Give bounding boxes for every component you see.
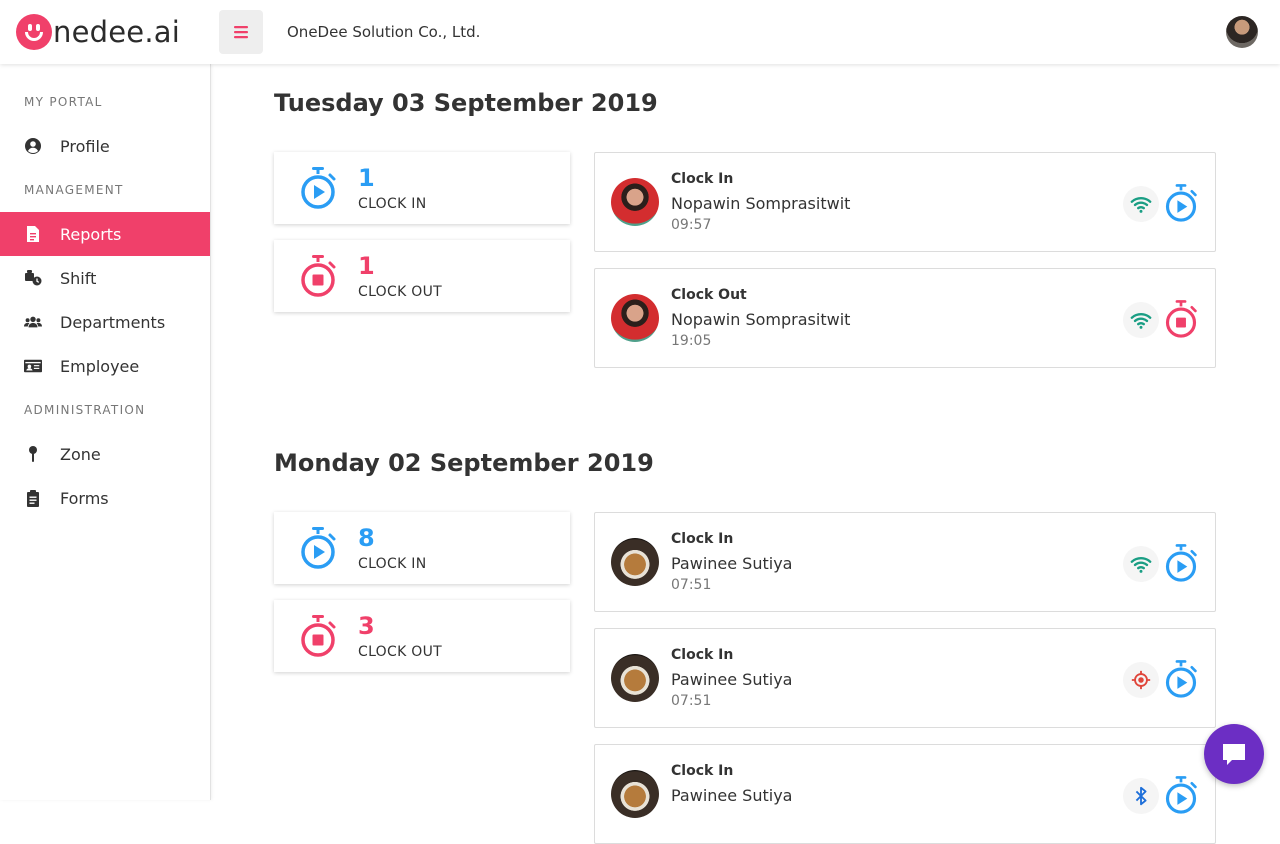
section-administration: ADMINISTRATION <box>24 403 146 417</box>
clock-in-count: 8 <box>358 524 375 552</box>
clock-in-label: CLOCK IN <box>358 556 427 572</box>
clock-in-summary[interactable]: 1 CLOCK IN <box>274 152 570 224</box>
bluetooth-icon <box>1123 778 1159 814</box>
sidebar-item-label: Employee <box>60 356 140 376</box>
logo-face-icon <box>16 14 52 50</box>
sidebar: MY PORTAL Profile MANAGEMENT Reports Shi… <box>0 64 211 800</box>
employee-avatar <box>611 538 659 586</box>
clock-out-summary[interactable]: 1 CLOCK OUT <box>274 240 570 312</box>
employee-avatar <box>611 654 659 702</box>
section-management: MANAGEMENT <box>24 183 124 197</box>
clock-out-label: CLOCK OUT <box>358 644 443 660</box>
attendance-entry[interactable]: Clock In Pawinee Sutiya 07:51 <box>594 512 1216 612</box>
clock-out-label: CLOCK OUT <box>358 284 443 300</box>
users-icon <box>24 313 48 331</box>
sidebar-item-label: Zone <box>60 444 101 464</box>
stopwatch-play-icon <box>301 527 336 569</box>
clock-in-summary[interactable]: 8 CLOCK IN <box>274 512 570 584</box>
onedee-logo[interactable]: nedee.ai <box>16 14 180 50</box>
sidebar-item-label: Profile <box>60 136 110 156</box>
sidebar-item-profile[interactable]: Profile <box>0 124 210 168</box>
sidebar-item-reports[interactable]: Reports <box>0 212 210 256</box>
clock-out-count: 3 <box>358 612 375 640</box>
employee-avatar <box>611 294 659 342</box>
sidebar-item-employee[interactable]: Employee <box>0 344 210 388</box>
attendance-entry[interactable]: Clock Out Nopawin Somprasitwit 19:05 <box>594 268 1216 368</box>
user-avatar[interactable] <box>1226 16 1258 48</box>
stopwatch-stop-icon <box>1165 300 1197 338</box>
wifi-icon <box>1123 302 1159 338</box>
entry-type: Clock Out <box>671 287 747 303</box>
clock-in-count: 1 <box>358 164 375 192</box>
stopwatch-stop-icon <box>301 615 336 657</box>
entry-type: Clock In <box>671 647 734 663</box>
hamburger-icon <box>234 26 248 39</box>
stopwatch-play-icon <box>1165 544 1197 582</box>
sidebar-item-label: Forms <box>60 488 109 508</box>
section-my-portal: MY PORTAL <box>24 95 103 109</box>
top-bar: nedee.ai OneDee Solution Co., Ltd. <box>0 0 1280 64</box>
employee-avatar <box>611 770 659 818</box>
id-card-icon <box>24 357 48 375</box>
logo-text: nedee.ai <box>53 15 180 49</box>
employee-avatar <box>611 178 659 226</box>
chat-bubble-icon <box>1223 744 1245 765</box>
stopwatch-play-icon <box>301 167 336 209</box>
company-name: OneDee Solution Co., Ltd. <box>287 23 481 41</box>
attendance-entry[interactable]: Clock In Pawinee Sutiya 07:51 <box>594 628 1216 728</box>
attendance-entry[interactable]: Clock In Pawinee Sutiya <box>594 744 1216 844</box>
sidebar-item-label: Shift <box>60 268 97 288</box>
wifi-icon <box>1123 546 1159 582</box>
sidebar-item-label: Departments <box>60 312 166 332</box>
entry-type: Clock In <box>671 531 734 547</box>
chat-launcher-button[interactable] <box>1204 724 1264 784</box>
entry-time: 19:05 <box>671 333 712 349</box>
sidebar-item-shift[interactable]: Shift <box>0 256 210 300</box>
sidebar-item-forms[interactable]: Forms <box>0 476 210 520</box>
employee-name: Nopawin Somprasitwit <box>671 310 851 329</box>
sidebar-item-label: Reports <box>60 224 122 244</box>
map-pin-icon <box>24 445 48 463</box>
entry-type: Clock In <box>671 763 734 779</box>
clock-out-summary[interactable]: 3 CLOCK OUT <box>274 600 570 672</box>
entry-type: Clock In <box>671 171 734 187</box>
attendance-entry[interactable]: Clock In Nopawin Somprasitwit 09:57 <box>594 152 1216 252</box>
stopwatch-stop-icon <box>301 255 336 297</box>
clock-in-label: CLOCK IN <box>358 196 427 212</box>
shift-icon <box>24 269 48 287</box>
entry-time: 07:51 <box>671 693 712 709</box>
gps-target-icon <box>1123 662 1159 698</box>
sidebar-item-zone[interactable]: Zone <box>0 432 210 476</box>
employee-name: Nopawin Somprasitwit <box>671 194 851 213</box>
file-icon <box>24 225 48 243</box>
stopwatch-play-icon <box>1165 184 1197 222</box>
stopwatch-play-icon <box>1165 776 1197 814</box>
day-title: Monday 02 September 2019 <box>274 449 654 477</box>
stopwatch-play-icon <box>1165 660 1197 698</box>
menu-toggle-button[interactable] <box>219 10 263 54</box>
entry-time: 09:57 <box>671 217 712 233</box>
clipboard-icon <box>24 489 48 507</box>
employee-name: Pawinee Sutiya <box>671 670 793 689</box>
employee-name: Pawinee Sutiya <box>671 786 793 805</box>
sidebar-item-departments[interactable]: Departments <box>0 300 210 344</box>
wifi-icon <box>1123 186 1159 222</box>
clock-out-count: 1 <box>358 252 375 280</box>
employee-name: Pawinee Sutiya <box>671 554 793 573</box>
entry-time: 07:51 <box>671 577 712 593</box>
day-title: Tuesday 03 September 2019 <box>274 89 658 117</box>
user-circle-icon <box>24 137 48 155</box>
